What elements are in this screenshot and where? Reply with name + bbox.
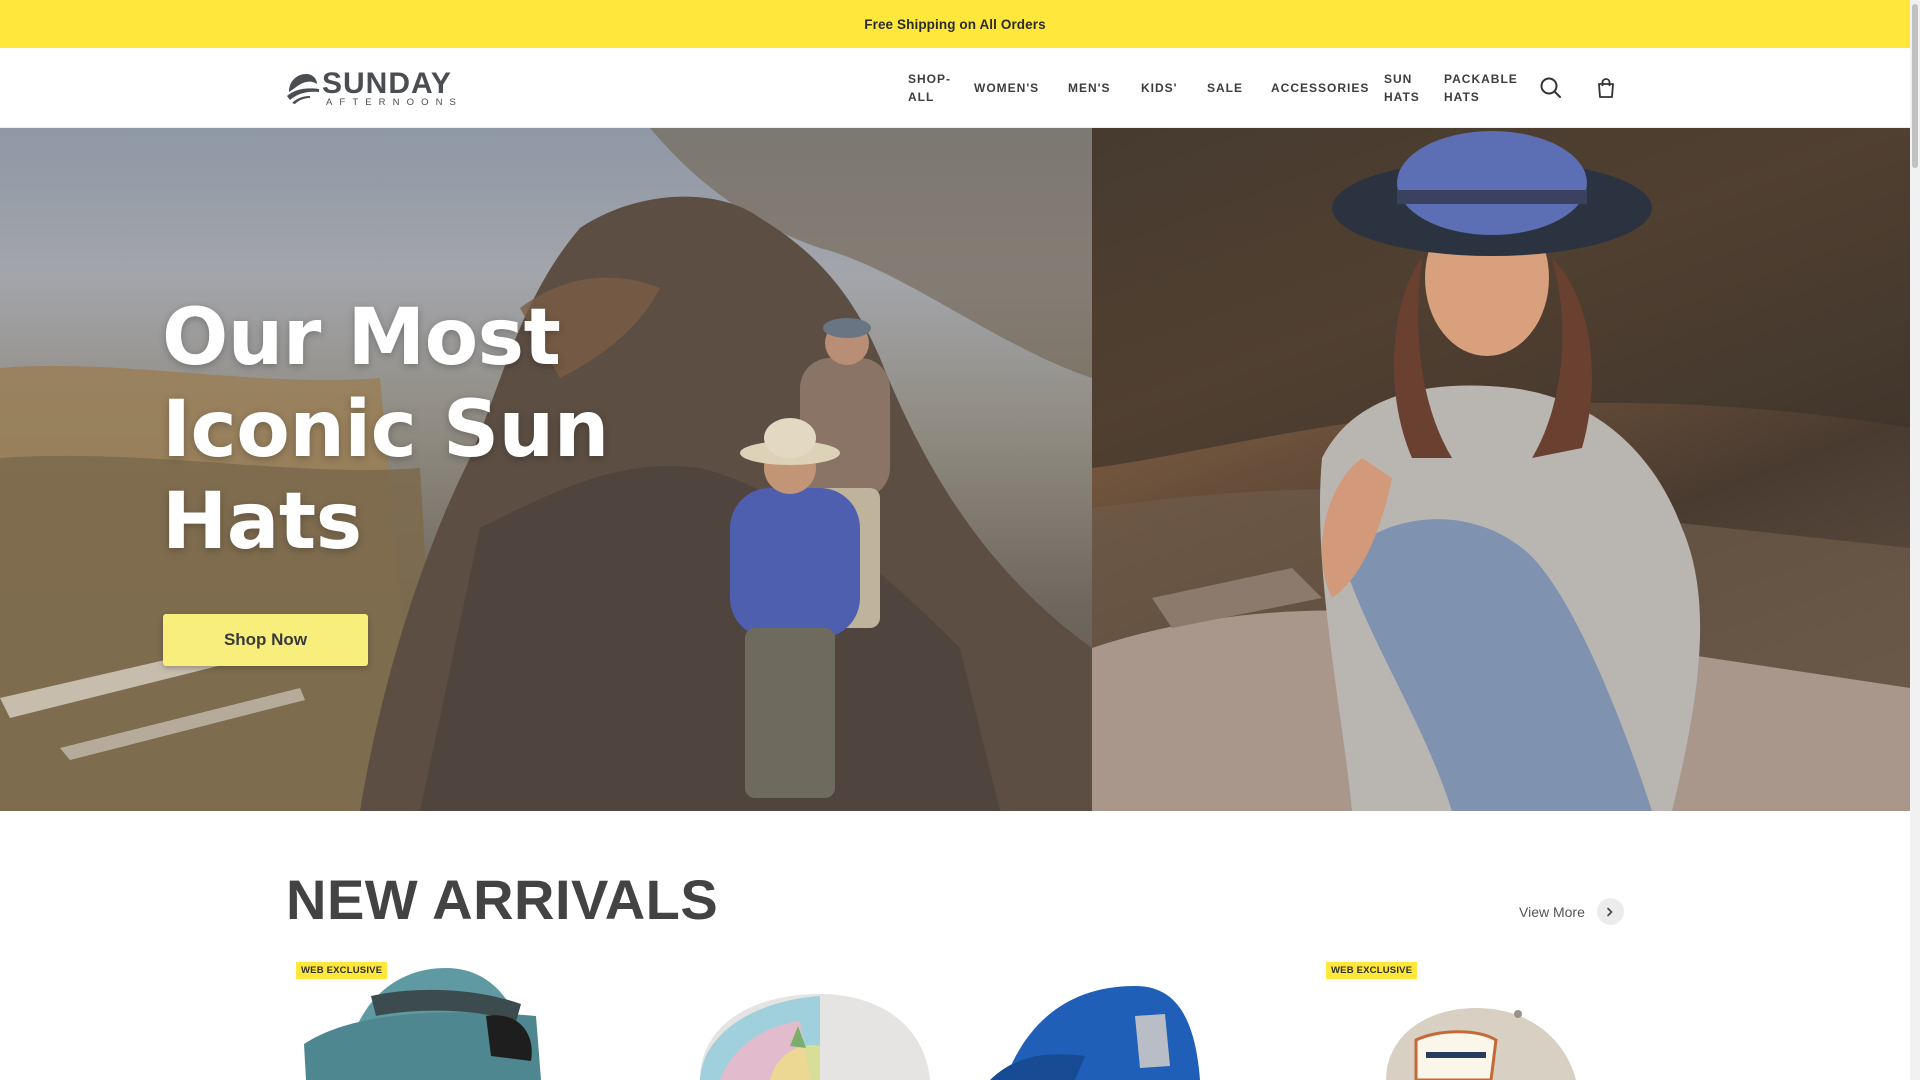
- nav-sale[interactable]: SALE: [1207, 79, 1243, 97]
- hero-banner: Our Most Iconic Sun Hats Shop Now: [0, 128, 1910, 811]
- brand-logo[interactable]: SUNDAY AFTERNOONS: [286, 68, 510, 108]
- hero-title-line1: Our Most: [162, 293, 561, 383]
- nav-label: SUN: [1384, 72, 1413, 86]
- view-more-link[interactable]: View More: [1519, 898, 1624, 925]
- site-header: SUNDAY AFTERNOONS SHOP- ALL WOMEN'S MEN'…: [0, 48, 1910, 128]
- nav-label: PACKABLE: [1444, 72, 1518, 86]
- hero-title: Our Most Iconic Sun Hats: [162, 292, 682, 568]
- nav-label-line2: HATS: [1444, 90, 1480, 104]
- hero-title-line3: Hats: [162, 477, 362, 567]
- product-card[interactable]: [680, 956, 940, 1080]
- chevron-right-icon[interactable]: [1596, 898, 1624, 925]
- product-card[interactable]: WEB EXCLUSIVE: [286, 956, 546, 1080]
- product-card[interactable]: [985, 956, 1245, 1080]
- product-image-trucker-cap-tie-dye: [700, 994, 930, 1080]
- nav-sun-hats[interactable]: SUN HATS: [1384, 70, 1420, 106]
- nav-kids[interactable]: KIDS': [1141, 79, 1178, 97]
- new-arrivals-heading: NEW ARRIVALS: [286, 868, 719, 931]
- nav-label-line2: ALL: [908, 90, 935, 104]
- product-card[interactable]: WEB EXCLUSIVE: [1316, 956, 1616, 1080]
- nav-packable-hats[interactable]: PACKABLE HATS: [1444, 70, 1518, 106]
- search-icon[interactable]: [1538, 75, 1564, 101]
- announcement-text: Free Shipping on All Orders: [864, 16, 1046, 32]
- product-image-blue-cap: [990, 986, 1200, 1080]
- shop-now-button[interactable]: Shop Now: [163, 614, 368, 666]
- nav-womens[interactable]: WOMEN'S: [974, 79, 1039, 97]
- nav-label-line2: HATS: [1384, 90, 1420, 104]
- hero-title-line2: Iconic Sun: [162, 385, 609, 475]
- view-more-label: View More: [1519, 903, 1585, 920]
- nav-mens[interactable]: MEN'S: [1068, 79, 1111, 97]
- scrollbar-thumb[interactable]: [1912, 4, 1918, 168]
- hero-image-woman-sun-hat: [1092, 128, 1910, 811]
- page-scrollbar[interactable]: [1910, 0, 1920, 1080]
- brand-name: SUNDAY: [322, 67, 452, 100]
- announcement-bar: Free Shipping on All Orders: [0, 0, 1910, 48]
- web-exclusive-badge: WEB EXCLUSIVE: [296, 962, 388, 979]
- brand-tagline: AFTERNOONS: [326, 97, 463, 108]
- sun-hat-logo-icon: [287, 74, 319, 104]
- web-exclusive-badge: WEB EXCLUSIVE: [1326, 962, 1418, 979]
- nav-label: SHOP-: [908, 72, 952, 86]
- nav-shop-all[interactable]: SHOP- ALL: [908, 70, 951, 106]
- shopping-bag-icon[interactable]: [1593, 75, 1619, 101]
- nav-accessories[interactable]: ACCESSORIES: [1271, 79, 1369, 97]
- hero-photo-right: [1092, 128, 1910, 811]
